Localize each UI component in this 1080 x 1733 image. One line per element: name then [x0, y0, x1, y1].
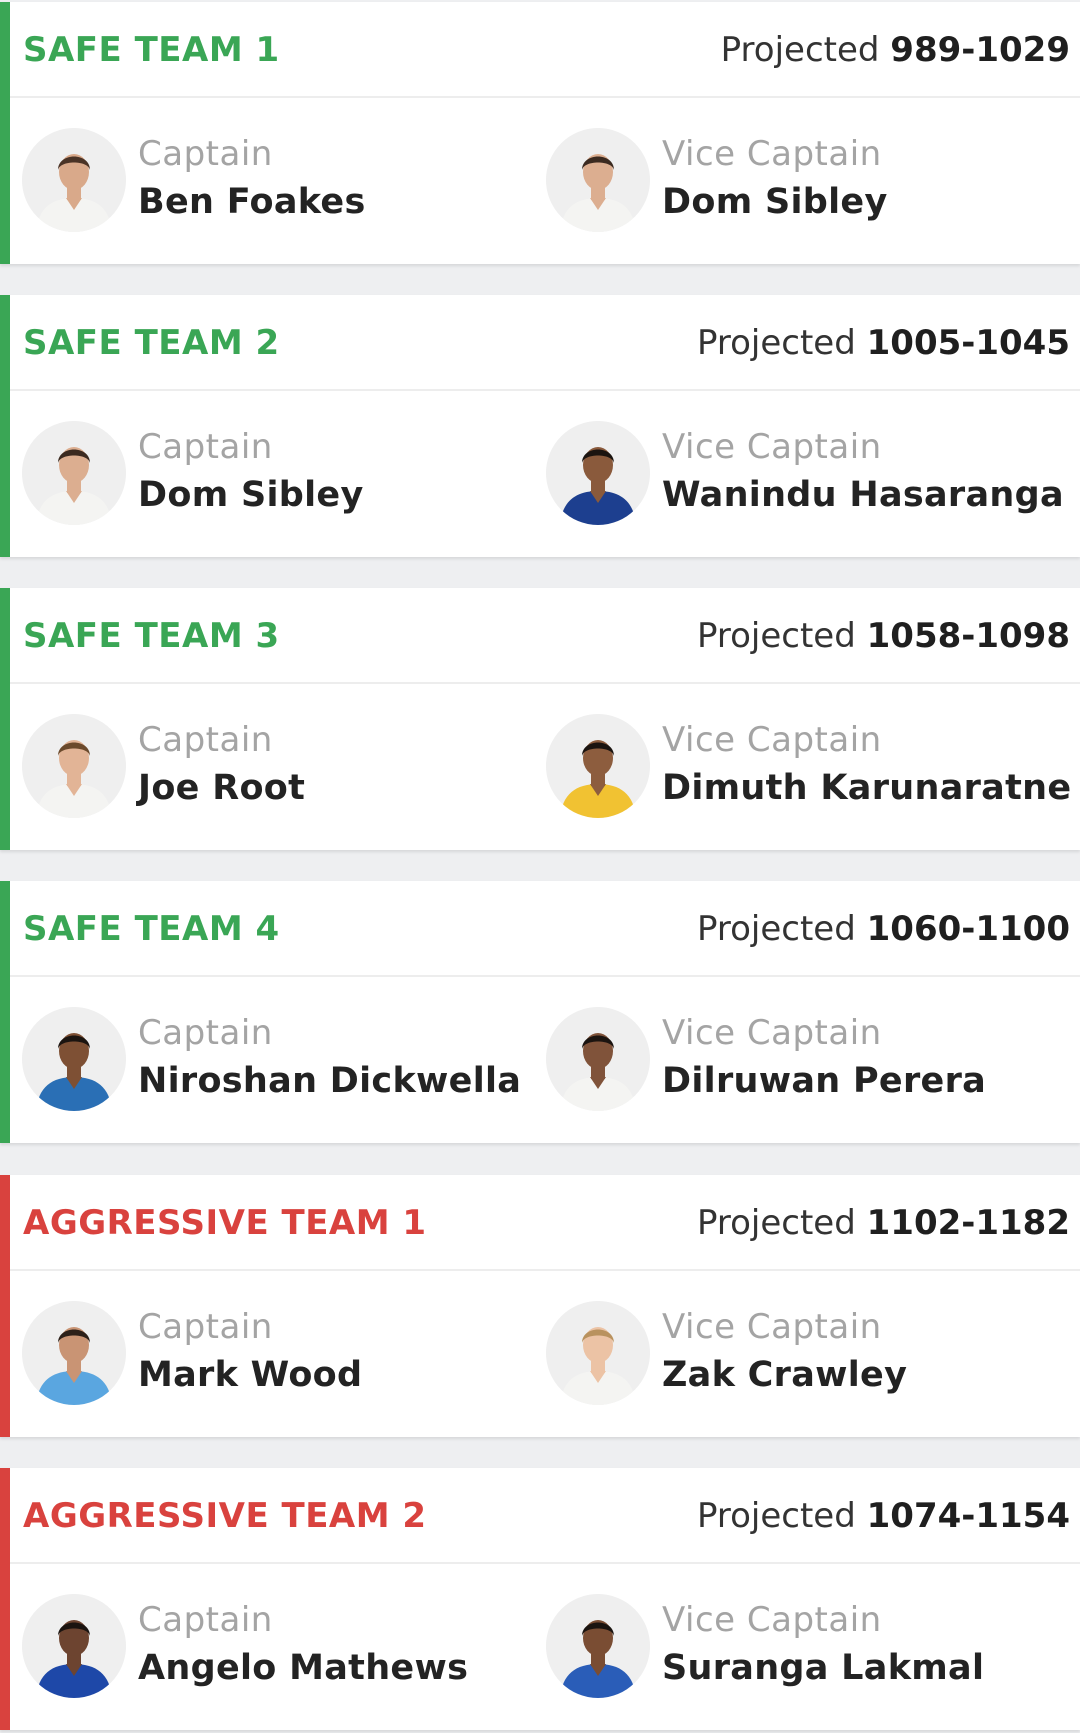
captain-slot[interactable]: Captain Dom Sibley: [22, 421, 522, 527]
team-name: SAFE TEAM 3: [23, 616, 280, 656]
role-label: Captain: [138, 1013, 273, 1053]
player-avatar: [546, 1594, 650, 1698]
team-card[interactable]: SAFE TEAM 4 Projected 1060-1100 Captain …: [0, 881, 1080, 1143]
role-label: Captain: [138, 1307, 273, 1347]
team-card-header: SAFE TEAM 3 Projected 1058-1098: [10, 588, 1080, 684]
player-name: Dilruwan Perera: [662, 1061, 987, 1101]
projected-range: 1060-1100: [866, 909, 1070, 949]
role-label: Captain: [138, 720, 273, 760]
player-name: Dimuth Karunaratne: [662, 768, 1072, 808]
player-avatar: [22, 421, 126, 525]
player-name: Mark Wood: [138, 1355, 363, 1395]
projected-label: Projected: [696, 323, 856, 363]
projected-range: 1005-1045: [866, 323, 1070, 363]
vice-captain-slot[interactable]: Vice Captain Dom Sibley: [546, 128, 1046, 234]
captain-slot[interactable]: Captain Mark Wood: [22, 1301, 522, 1407]
player-avatar: [22, 1301, 126, 1405]
player-avatar: [546, 421, 650, 525]
team-name: SAFE TEAM 2: [23, 323, 280, 363]
team-card-header: AGGRESSIVE TEAM 1 Projected 1102-1182: [10, 1175, 1080, 1271]
captain-slot[interactable]: Captain Joe Root: [22, 714, 522, 820]
team-card[interactable]: SAFE TEAM 2 Projected 1005-1045 Captain …: [0, 295, 1080, 557]
team-card-header: AGGRESSIVE TEAM 2 Projected 1074-1154: [10, 1468, 1080, 1564]
role-label: Vice Captain: [662, 1600, 882, 1640]
projected-score: Projected 989-1029: [721, 30, 1070, 70]
player-name: Joe Root: [138, 768, 306, 808]
player-portrait-icon: [546, 714, 650, 818]
projected-label: Projected: [720, 30, 880, 70]
role-label: Vice Captain: [662, 1013, 882, 1053]
player-avatar: [22, 128, 126, 232]
projected-range: 1074-1154: [866, 1496, 1070, 1536]
player-portrait-icon: [22, 421, 126, 525]
projected-score: Projected 1058-1098: [697, 616, 1070, 656]
captain-slot[interactable]: Captain Angelo Mathews: [22, 1594, 522, 1700]
team-name: SAFE TEAM 4: [23, 909, 280, 949]
projected-range: 1058-1098: [866, 616, 1070, 656]
team-card[interactable]: AGGRESSIVE TEAM 2 Projected 1074-1154 Ca…: [0, 1468, 1080, 1730]
player-name: Suranga Lakmal: [662, 1648, 985, 1688]
player-name: Angelo Mathews: [138, 1648, 469, 1688]
player-portrait-icon: [22, 128, 126, 232]
player-portrait-icon: [546, 1301, 650, 1405]
player-name: Ben Foakes: [138, 182, 366, 222]
role-label: Vice Captain: [662, 1307, 882, 1347]
role-label: Captain: [138, 134, 273, 174]
projected-range: 989-1029: [890, 30, 1070, 70]
player-name: Wanindu Hasaranga: [662, 475, 1064, 515]
player-name: Niroshan Dickwella: [138, 1061, 522, 1101]
player-portrait-icon: [546, 1007, 650, 1111]
projected-label: Projected: [696, 1203, 856, 1243]
team-name: AGGRESSIVE TEAM 1: [23, 1203, 427, 1243]
team-card[interactable]: AGGRESSIVE TEAM 1 Projected 1102-1182 Ca…: [0, 1175, 1080, 1437]
team-card[interactable]: SAFE TEAM 1 Projected 989-1029 Captain B…: [0, 2, 1080, 264]
vice-captain-slot[interactable]: Vice Captain Dilruwan Perera: [546, 1007, 1046, 1113]
projected-label: Projected: [696, 909, 856, 949]
team-card-header: SAFE TEAM 2 Projected 1005-1045: [10, 295, 1080, 391]
player-avatar: [546, 714, 650, 818]
projected-score: Projected 1102-1182: [697, 1203, 1070, 1243]
role-label: Captain: [138, 427, 273, 467]
player-avatar: [22, 1007, 126, 1111]
role-label: Captain: [138, 1600, 273, 1640]
player-portrait-icon: [22, 1594, 126, 1698]
team-name: SAFE TEAM 1: [23, 30, 280, 70]
team-card-header: SAFE TEAM 1 Projected 989-1029: [10, 2, 1080, 98]
role-label: Vice Captain: [662, 427, 882, 467]
projected-score: Projected 1060-1100: [697, 909, 1070, 949]
player-name: Zak Crawley: [662, 1355, 908, 1395]
role-label: Vice Captain: [662, 720, 882, 760]
player-portrait-icon: [22, 1007, 126, 1111]
player-name: Dom Sibley: [138, 475, 364, 515]
player-portrait-icon: [546, 421, 650, 525]
vice-captain-slot[interactable]: Vice Captain Zak Crawley: [546, 1301, 1046, 1407]
projected-score: Projected 1005-1045: [697, 323, 1070, 363]
player-avatar: [546, 1007, 650, 1111]
captain-slot[interactable]: Captain Niroshan Dickwella: [22, 1007, 522, 1113]
vice-captain-slot[interactable]: Vice Captain Wanindu Hasaranga: [546, 421, 1064, 527]
player-portrait-icon: [22, 714, 126, 818]
team-card-header: SAFE TEAM 4 Projected 1060-1100: [10, 881, 1080, 977]
team-card[interactable]: SAFE TEAM 3 Projected 1058-1098 Captain …: [0, 588, 1080, 850]
role-label: Vice Captain: [662, 134, 882, 174]
player-portrait-icon: [546, 128, 650, 232]
projected-label: Projected: [696, 616, 856, 656]
team-name: AGGRESSIVE TEAM 2: [23, 1496, 427, 1536]
projected-label: Projected: [696, 1496, 856, 1536]
vice-captain-slot[interactable]: Vice Captain Dimuth Karunaratne: [546, 714, 1071, 820]
projected-range: 1102-1182: [866, 1203, 1070, 1243]
captain-slot[interactable]: Captain Ben Foakes: [22, 128, 522, 234]
player-avatar: [22, 714, 126, 818]
player-portrait-icon: [22, 1301, 126, 1405]
player-avatar: [546, 1301, 650, 1405]
player-portrait-icon: [546, 1594, 650, 1698]
player-name: Dom Sibley: [662, 182, 888, 222]
vice-captain-slot[interactable]: Vice Captain Suranga Lakmal: [546, 1594, 1046, 1700]
player-avatar: [546, 128, 650, 232]
player-avatar: [22, 1594, 126, 1698]
projected-score: Projected 1074-1154: [697, 1496, 1070, 1536]
